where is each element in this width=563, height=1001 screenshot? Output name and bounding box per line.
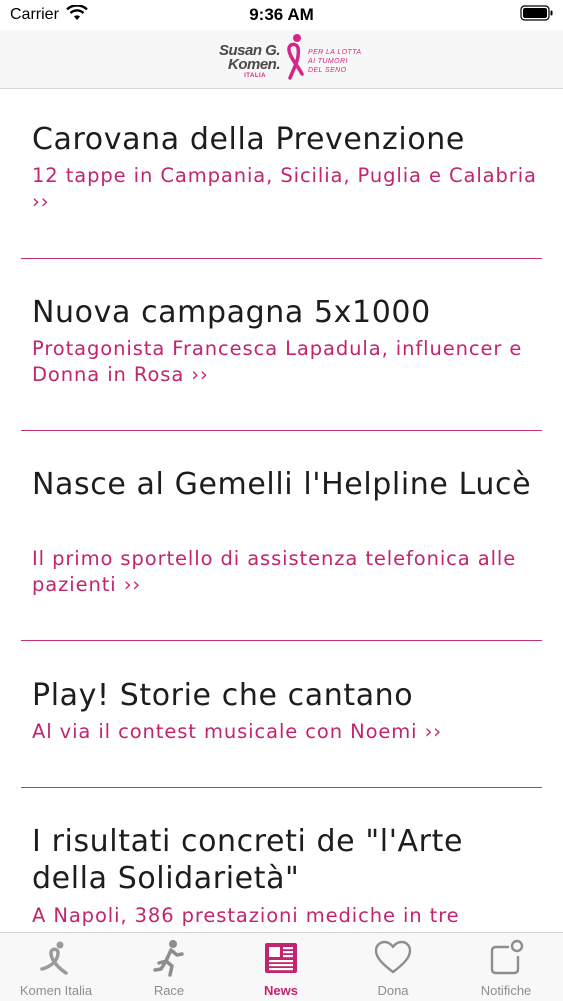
news-item[interactable]: Nasce al Gemelli l'Helpline Lucè Il prim… — [21, 432, 542, 641]
news-subtitle[interactable]: Al via il contest musicale con Noemi ›› — [32, 719, 538, 745]
news-subtitle[interactable]: Il primo sportello di assistenza telefon… — [32, 546, 538, 598]
tab-notifiche[interactable]: Notifiche — [450, 933, 562, 1001]
news-title: Nasce al Gemelli l'Helpline Lucè — [32, 467, 532, 502]
news-subtitle[interactable]: Protagonista Francesca Lapadula, influen… — [32, 336, 538, 388]
news-list[interactable]: Carovana della Prevenzione 12 tappe in C… — [0, 89, 563, 932]
pink-ribbon-runner-icon — [280, 32, 306, 86]
news-title: I risultati concreti de "l'Arte della So… — [32, 824, 464, 896]
tab-dona[interactable]: Dona — [337, 933, 449, 1001]
logo-country: ITALIA — [244, 73, 266, 79]
logo-brand: Susan G. Komen. ITALIA — [196, 43, 281, 80]
runner-icon — [149, 939, 189, 977]
battery-icon — [520, 5, 554, 26]
news-item[interactable]: I risultati concreti de "l'Arte della So… — [21, 789, 542, 932]
tab-bar: Komen Italia Race News Dona Notifiche — [0, 932, 563, 1001]
logo-tagline: PER LA LOTTA AI TUMORI DEL SENO — [308, 49, 362, 74]
tab-label: Komen Italia — [19, 983, 93, 998]
tab-komen-italia[interactable]: Komen Italia — [0, 933, 112, 1001]
news-subtitle[interactable]: 12 tappe in Campania, Sicilia, Puglia e … — [32, 163, 538, 215]
app-header: Susan G. Komen. ITALIA PER LA LOTTA AI T… — [0, 30, 563, 89]
news-item[interactable]: Play! Storie che cantano Al via il conte… — [21, 642, 542, 788]
tab-label: News — [264, 983, 298, 998]
komen-logo: Susan G. Komen. ITALIA PER LA LOTTA AI T… — [196, 30, 372, 88]
status-bar: Carrier 9:36 AM — [0, 0, 563, 30]
tab-race[interactable]: Race — [113, 933, 225, 1001]
tab-news[interactable]: News — [225, 933, 337, 1001]
news-item[interactable]: Carovana della Prevenzione 12 tappe in C… — [21, 89, 542, 259]
clock: 9:36 AM — [249, 5, 314, 24]
ribbon-runner-icon — [36, 939, 76, 977]
heart-icon — [373, 939, 413, 977]
notification-icon — [486, 939, 526, 977]
tab-label: Notifiche — [480, 983, 532, 998]
newspaper-icon — [261, 939, 301, 977]
news-title: Carovana della Prevenzione — [32, 122, 465, 157]
news-item[interactable]: Nuova campagna 5x1000 Protagonista Franc… — [21, 260, 542, 431]
tab-label: Dona — [377, 983, 409, 998]
news-title: Nuova campagna 5x1000 — [32, 295, 431, 330]
news-title: Play! Storie che cantano — [32, 678, 414, 713]
news-subtitle[interactable]: A Napoli, 386 prestazioni mediche in tre — [32, 903, 538, 929]
tab-label: Race — [153, 983, 185, 998]
